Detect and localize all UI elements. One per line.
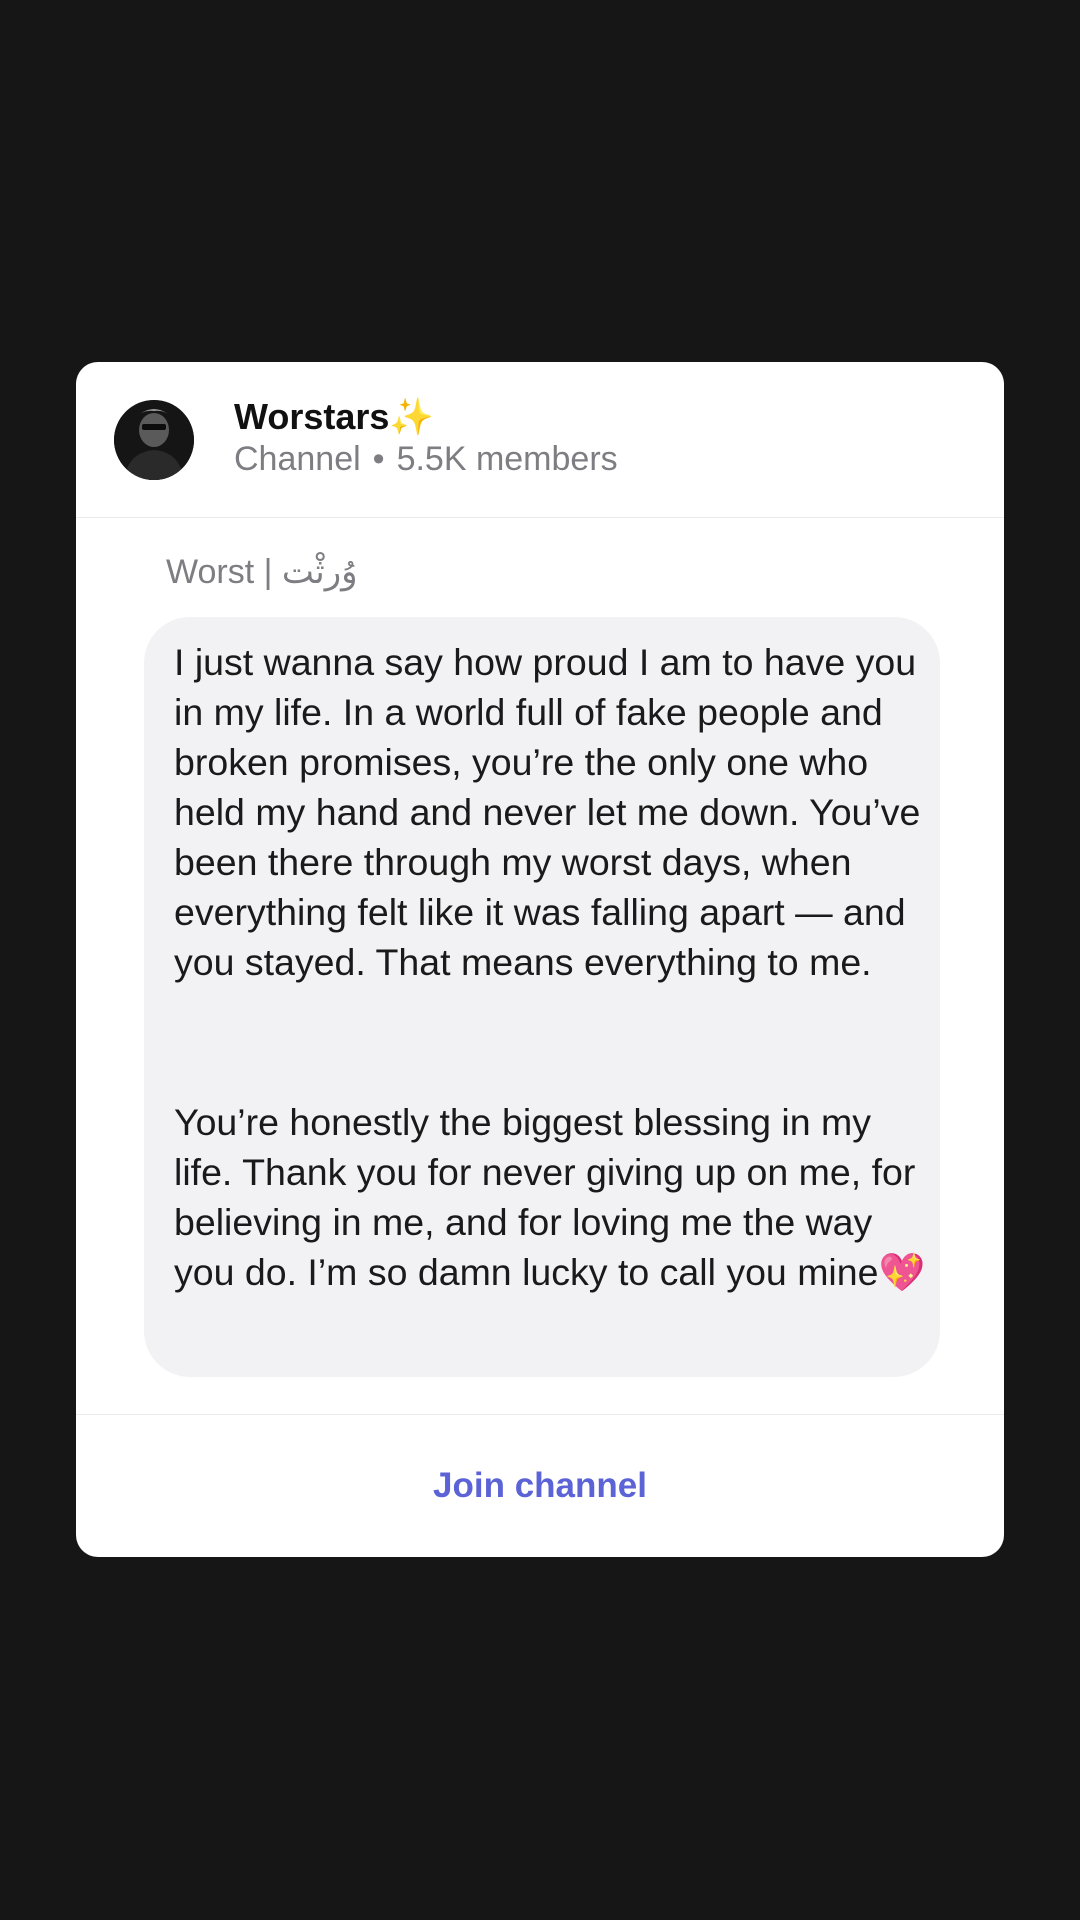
channel-header[interactable]: Worstars✨ Channel • 5.5K members	[76, 362, 1004, 518]
message-bubble: I just wanna say how proud I am to have …	[144, 617, 940, 1377]
channel-title: Worstars✨	[234, 396, 434, 438]
join-channel-button[interactable]: Join channel	[76, 1415, 1004, 1557]
avatar-person-icon	[114, 400, 194, 480]
message-paragraph-2: You’re honestly the biggest blessing in …	[174, 1101, 926, 1293]
channel-name-text: Worstars	[234, 396, 390, 437]
message-paragraph-1: I just wanna say how proud I am to have …	[174, 641, 921, 983]
sparkles-icon: ✨	[389, 396, 435, 437]
avatar[interactable]	[114, 400, 194, 480]
channel-preview-card: Worstars✨ Channel • 5.5K members Worst | و…	[76, 362, 1004, 1557]
post-author: Worst | وُرثْت	[166, 553, 358, 591]
channel-type: Channel	[234, 440, 361, 478]
channel-meta: Channel • 5.5K members	[234, 440, 618, 479]
member-count: 5.5K members	[396, 440, 618, 478]
meta-separator: •	[372, 440, 385, 478]
